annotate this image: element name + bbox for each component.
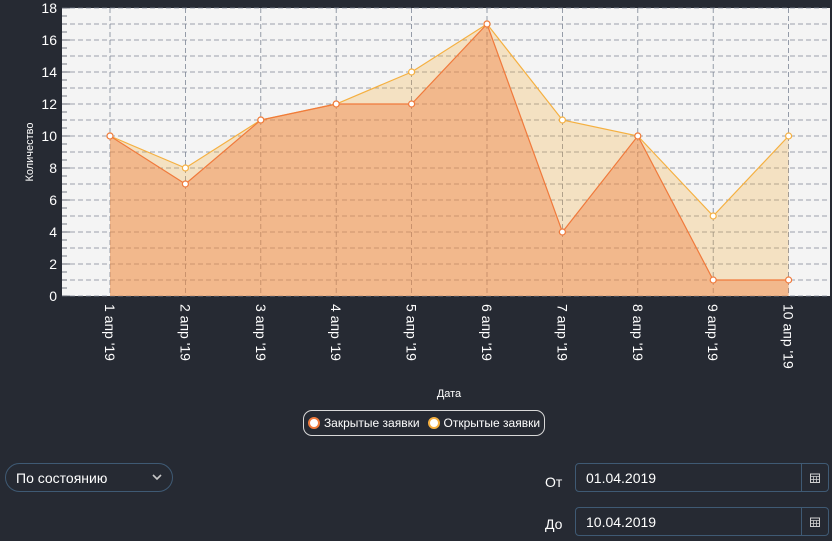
y-tick-label: 0 (49, 288, 57, 304)
legend-item-open[interactable]: Открытые заявки (427, 416, 541, 430)
y-tick-label: 2 (49, 256, 57, 272)
date-to-label: До (545, 516, 563, 532)
date-to-field[interactable]: 10.04.2019 (575, 507, 829, 536)
data-point (181, 180, 189, 188)
x-tick-label: 8 апр '19 (630, 304, 646, 361)
x-axis-label: Дата (437, 388, 462, 400)
data-point (408, 100, 416, 108)
x-tick-label: 4 апр '19 (328, 304, 344, 361)
y-tick-label: 8 (49, 160, 57, 176)
x-tick-label: 1 апр '19 (102, 304, 118, 361)
y-tick-labels: 0 2 4 6 8 10 12 14 16 18 (41, 0, 57, 304)
date-to-value: 10.04.2019 (586, 513, 657, 530)
data-point (106, 132, 114, 140)
y-axis-label: Количество (24, 122, 36, 181)
legend-open-label: Открытые заявки (443, 416, 541, 430)
calendar-icon (810, 517, 820, 527)
y-tick-label: 16 (41, 32, 57, 48)
data-point (332, 100, 340, 108)
x-tick-label: 2 апр '19 (177, 304, 193, 361)
y-tick-label: 4 (49, 224, 57, 240)
filter-select[interactable]: По состоянию (5, 463, 173, 492)
date-to-calendar-button[interactable] (801, 508, 828, 535)
data-point (709, 276, 717, 284)
legend-closed-label: Закрытые заявки (323, 416, 420, 430)
data-point (558, 116, 567, 124)
data-point (181, 164, 189, 172)
legend-open-marker (427, 417, 440, 429)
x-tick-labels: 1 апр '19 2 апр '19 3 апр '19 4 апр '19 5 ап… (102, 304, 797, 369)
area-chart: 0 2 4 6 8 10 12 14 16 18 1 апр '19 2 апр '19 3 апр … (24, 0, 830, 400)
filter-select-value: По состоянию (16, 469, 108, 486)
y-tick-label: 14 (41, 64, 57, 80)
data-point (784, 132, 793, 140)
date-from-calendar-button[interactable] (801, 464, 828, 491)
data-point (257, 116, 265, 124)
data-point (634, 132, 642, 140)
chevron-down-icon (152, 474, 162, 481)
data-point (558, 228, 567, 236)
x-tick-label: 6 апр '19 (479, 304, 495, 361)
y-tick-label: 18 (41, 0, 57, 16)
date-from-label: От (545, 474, 563, 490)
x-tick-label: 10 апр '19 (781, 304, 797, 369)
legend-closed-marker (307, 417, 320, 429)
legend: Закрытые заявки Открытые заявки (303, 410, 545, 436)
y-tick-label: 12 (41, 96, 57, 112)
date-from-value: 01.04.2019 (586, 469, 657, 486)
x-tick-label: 3 апр '19 (253, 304, 269, 361)
x-tick-label: 5 апр '19 (404, 304, 420, 361)
legend-item-closed[interactable]: Закрытые заявки (307, 416, 420, 430)
date-from-field[interactable]: 01.04.2019 (575, 463, 829, 492)
x-tick-label: 7 апр '19 (554, 304, 570, 361)
data-point (408, 68, 416, 76)
y-tick-label: 10 (41, 128, 57, 144)
data-point (709, 212, 717, 220)
calendar-icon (810, 473, 820, 483)
x-tick-label: 9 апр '19 (705, 304, 721, 361)
y-tick-label: 6 (49, 192, 57, 208)
data-point (784, 276, 793, 284)
data-point (483, 20, 491, 28)
